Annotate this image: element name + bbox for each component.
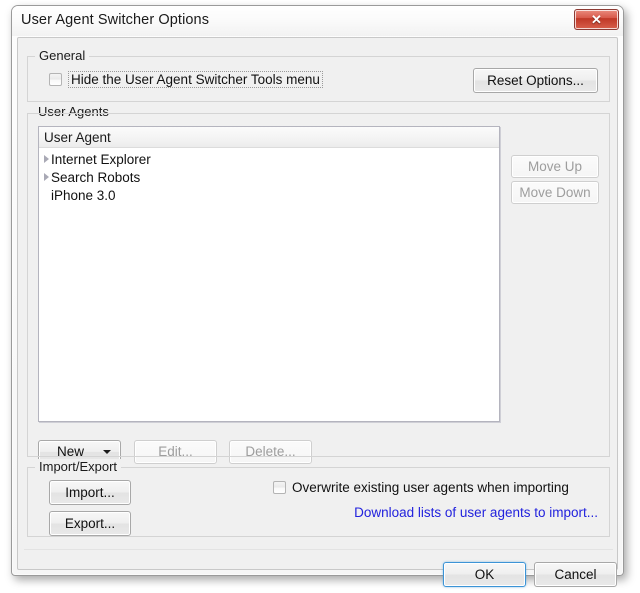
user-agents-list-rows: Internet Explorer Search Robots iPhone 3.0 <box>39 148 499 204</box>
move-down-button[interactable]: Move Down <box>511 181 599 204</box>
import-export-group-legend: Import/Export <box>35 459 122 474</box>
list-item[interactable]: iPhone 3.0 <box>39 186 499 204</box>
ok-button[interactable]: OK <box>443 562 526 587</box>
general-group-legend: General <box>35 48 90 63</box>
new-button-label: New <box>56 444 84 460</box>
overwrite-checkbox[interactable] <box>273 481 286 494</box>
user-agents-column-header[interactable]: User Agent <box>39 127 499 148</box>
cancel-button[interactable]: Cancel <box>534 562 617 587</box>
delete-button[interactable]: Delete... <box>229 440 312 464</box>
title-bar: User Agent Switcher Options ✕ <box>12 6 623 36</box>
close-button[interactable]: ✕ <box>574 9 619 30</box>
list-item-label: Search Robots <box>51 169 141 185</box>
list-item-label: iPhone 3.0 <box>51 187 116 203</box>
expand-arrow-icon[interactable] <box>44 155 49 163</box>
edit-button[interactable]: Edit... <box>134 440 217 464</box>
list-item-label: Internet Explorer <box>51 151 151 167</box>
chevron-down-icon[interactable] <box>103 450 111 454</box>
user-agents-listview[interactable]: User Agent Internet Explorer Search Robot… <box>38 126 500 422</box>
reset-options-button[interactable]: Reset Options... <box>473 68 598 93</box>
import-button[interactable]: Import... <box>49 480 131 505</box>
overwrite-checkbox-label: Overwrite existing user agents when impo… <box>292 480 569 495</box>
move-up-button[interactable]: Move Up <box>511 155 599 178</box>
hide-menu-checkbox-label: Hide the User Agent Switcher Tools menu <box>68 71 323 88</box>
user-agents-column-header-label: User Agent <box>44 129 111 145</box>
user-agents-group: User Agents User Agent Internet Explorer… <box>27 104 610 464</box>
user-agents-group-legend: User Agents <box>34 104 113 119</box>
footer-separator <box>24 549 613 550</box>
list-item[interactable]: Internet Explorer <box>39 150 499 168</box>
hide-menu-checkbox[interactable] <box>49 73 62 86</box>
overwrite-checkbox-row[interactable]: Overwrite existing user agents when impo… <box>273 480 569 495</box>
window-title: User Agent Switcher Options <box>21 12 210 28</box>
options-dialog-window: User Agent Switcher Options ✕ General Hi… <box>11 5 624 587</box>
general-group: General Hide the User Agent Switcher Too… <box>27 48 610 102</box>
export-button[interactable]: Export... <box>49 511 131 536</box>
download-user-agents-link[interactable]: Download lists of user agents to import.… <box>354 505 598 520</box>
dialog-body: General Hide the User Agent Switcher Too… <box>17 37 618 587</box>
expand-arrow-icon[interactable] <box>44 173 49 181</box>
list-item[interactable]: Search Robots <box>39 168 499 186</box>
import-export-group: Import/Export Import... Export... Overwr… <box>27 459 610 537</box>
close-icon: ✕ <box>591 12 602 27</box>
hide-menu-checkbox-row[interactable]: Hide the User Agent Switcher Tools menu <box>49 71 323 88</box>
